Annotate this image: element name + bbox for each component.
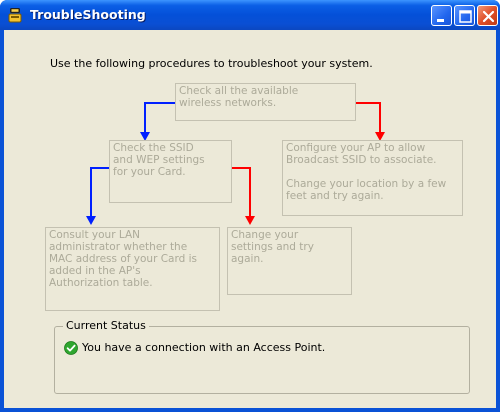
step-text: added in the AP's [49,265,141,277]
current-status-group: Current Status You have a connection wit… [54,319,470,394]
minimize-icon [437,19,444,22]
arrow-networks-to-ssid [140,102,175,141]
minimize-button[interactable] [431,5,452,26]
step-text: Broadcast SSID to associate. [286,154,437,166]
client-area: Use the following procedures to troubles… [4,30,496,408]
step-configure-ap: Configure your AP to allow Broadcast SSI… [282,140,463,216]
maximize-icon [459,10,472,23]
step-text: Check all the available [179,85,299,97]
arrow-networks-to-configure [355,102,385,141]
step-check-networks: Check all the available wireless network… [175,83,356,121]
window-title: TroubleShooting [30,7,146,22]
arrow-ssid-to-settings [231,167,255,225]
arrow-ssid-to-consult [86,167,109,225]
step-text: Change your location by a few [286,178,447,190]
close-icon [482,10,495,23]
app-icon [8,8,22,23]
step-text: again. [231,253,264,265]
step-text: Check the SSID [113,142,194,154]
step-text: MAC address of your Card is [49,253,198,265]
troubleshooting-window: TroubleShooting Use the following proced… [0,0,500,412]
check-circle-icon [64,341,78,355]
current-status-label: Current Status [63,319,149,332]
step-text: Consult your LAN [49,229,140,241]
step-text: for your Card. [113,166,186,178]
step-text: Configure your AP to allow [286,142,426,154]
step-text: settings and try [231,241,314,253]
step-change-settings: Change your settings and try again. [227,227,352,295]
title-bar[interactable]: TroubleShooting [0,0,500,30]
step-text: feet and try again. [286,190,384,202]
status-message: You have a connection with an Access Poi… [82,341,326,354]
step-text: Authorization table. [49,277,153,289]
maximize-button[interactable] [454,5,475,26]
window-bottom-border [0,408,500,412]
close-button[interactable] [477,5,498,26]
step-text: and WEP settings [113,154,205,166]
step-text: Change your [231,229,299,241]
step-consult-admin: Consult your LAN administrator whether t… [45,227,220,311]
step-text: administrator whether the [49,241,188,253]
step-text: wireless networks. [179,97,277,109]
step-check-ssid: Check the SSID and WEP settings for your… [109,140,232,203]
